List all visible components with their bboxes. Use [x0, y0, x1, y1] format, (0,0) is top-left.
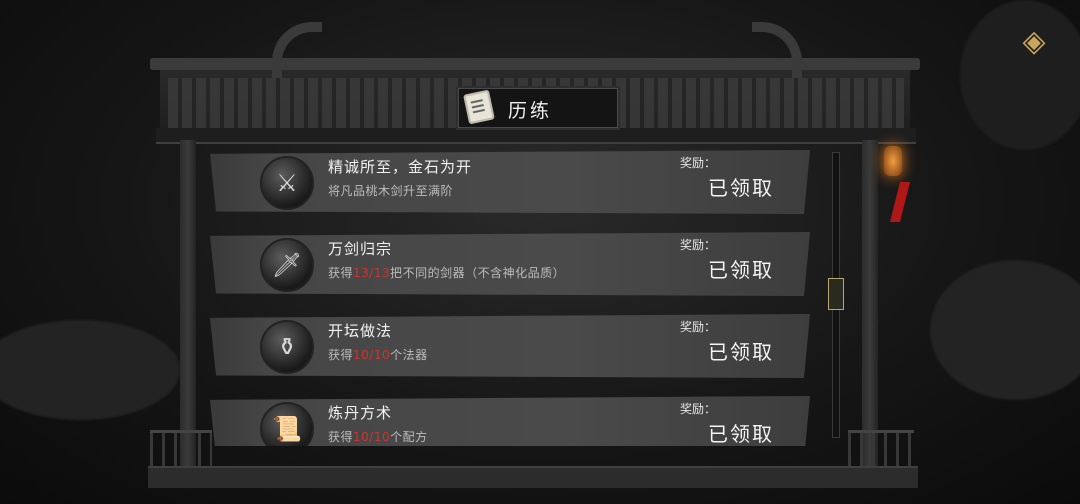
claimed-status: 已领取 [708, 422, 774, 446]
achievement-title: 开坛做法 [328, 322, 393, 340]
pavilion-floor [148, 466, 918, 488]
claimed-status: 已领取 [708, 340, 774, 364]
roof-horn-left [272, 22, 322, 78]
achievement-desc: 获得10/10个法器 [328, 348, 428, 362]
page-title: 历练 [508, 100, 553, 122]
background-rock [960, 0, 1080, 150]
roof-horn-right [752, 22, 802, 78]
return-icon[interactable]: ◈ [1016, 24, 1052, 60]
achievement-row: 📜 炼丹方术 获得10/10个配方 奖励： 已领取 [210, 396, 810, 446]
swords-bundle-icon: 🗡 [260, 238, 314, 292]
roof-eave [156, 128, 916, 144]
background-rock [930, 260, 1080, 400]
achievement-desc: 将凡品桃木剑升至满阶 [328, 184, 454, 198]
lantern-icon [884, 146, 902, 176]
achievement-desc: 获得13/13把不同的剑器（不含神化品质） [328, 266, 566, 280]
achievement-row: ⚔ 精诚所至，金石为开 将凡品桃木剑升至满阶 奖励： 已领取 [210, 150, 810, 214]
reward-label: 奖励： [680, 402, 717, 416]
title-plaque: 历练 [456, 86, 620, 130]
scroll-icon [463, 89, 495, 125]
achievement-title: 万剑归宗 [328, 240, 393, 258]
pillar-left [180, 140, 196, 470]
achievement-row: 🗡 万剑归宗 获得13/13把不同的剑器（不含神化品质） 奖励： 已领取 [210, 232, 810, 296]
recipe-book-icon: 📜 [260, 402, 314, 446]
achievement-title: 炼丹方术 [328, 404, 393, 422]
achievement-title: 精诚所至，金石为开 [328, 158, 473, 176]
scrollbar-thumb[interactable] [828, 278, 844, 310]
achievement-row: ⚱ 开坛做法 获得10/10个法器 奖励： 已领取 [210, 314, 810, 378]
background-rock [0, 320, 180, 420]
claimed-status: 已领取 [708, 176, 774, 200]
lantern-tassel [890, 182, 910, 222]
achievement-desc: 获得10/10个配方 [328, 430, 428, 444]
treasure-chest-icon: ⚱ [260, 320, 314, 374]
achievement-list[interactable]: ⚔ 精诚所至，金石为开 将凡品桃木剑升至满阶 奖励： 已领取 🗡 万剑归宗 获得… [198, 146, 866, 446]
reward-label: 奖励： [680, 320, 717, 334]
reward-label: 奖励： [680, 238, 717, 252]
sword-icon: ⚔ [260, 156, 314, 210]
roof-ridge [150, 58, 920, 70]
reward-label: 奖励： [680, 156, 717, 170]
claimed-status: 已领取 [708, 258, 774, 282]
